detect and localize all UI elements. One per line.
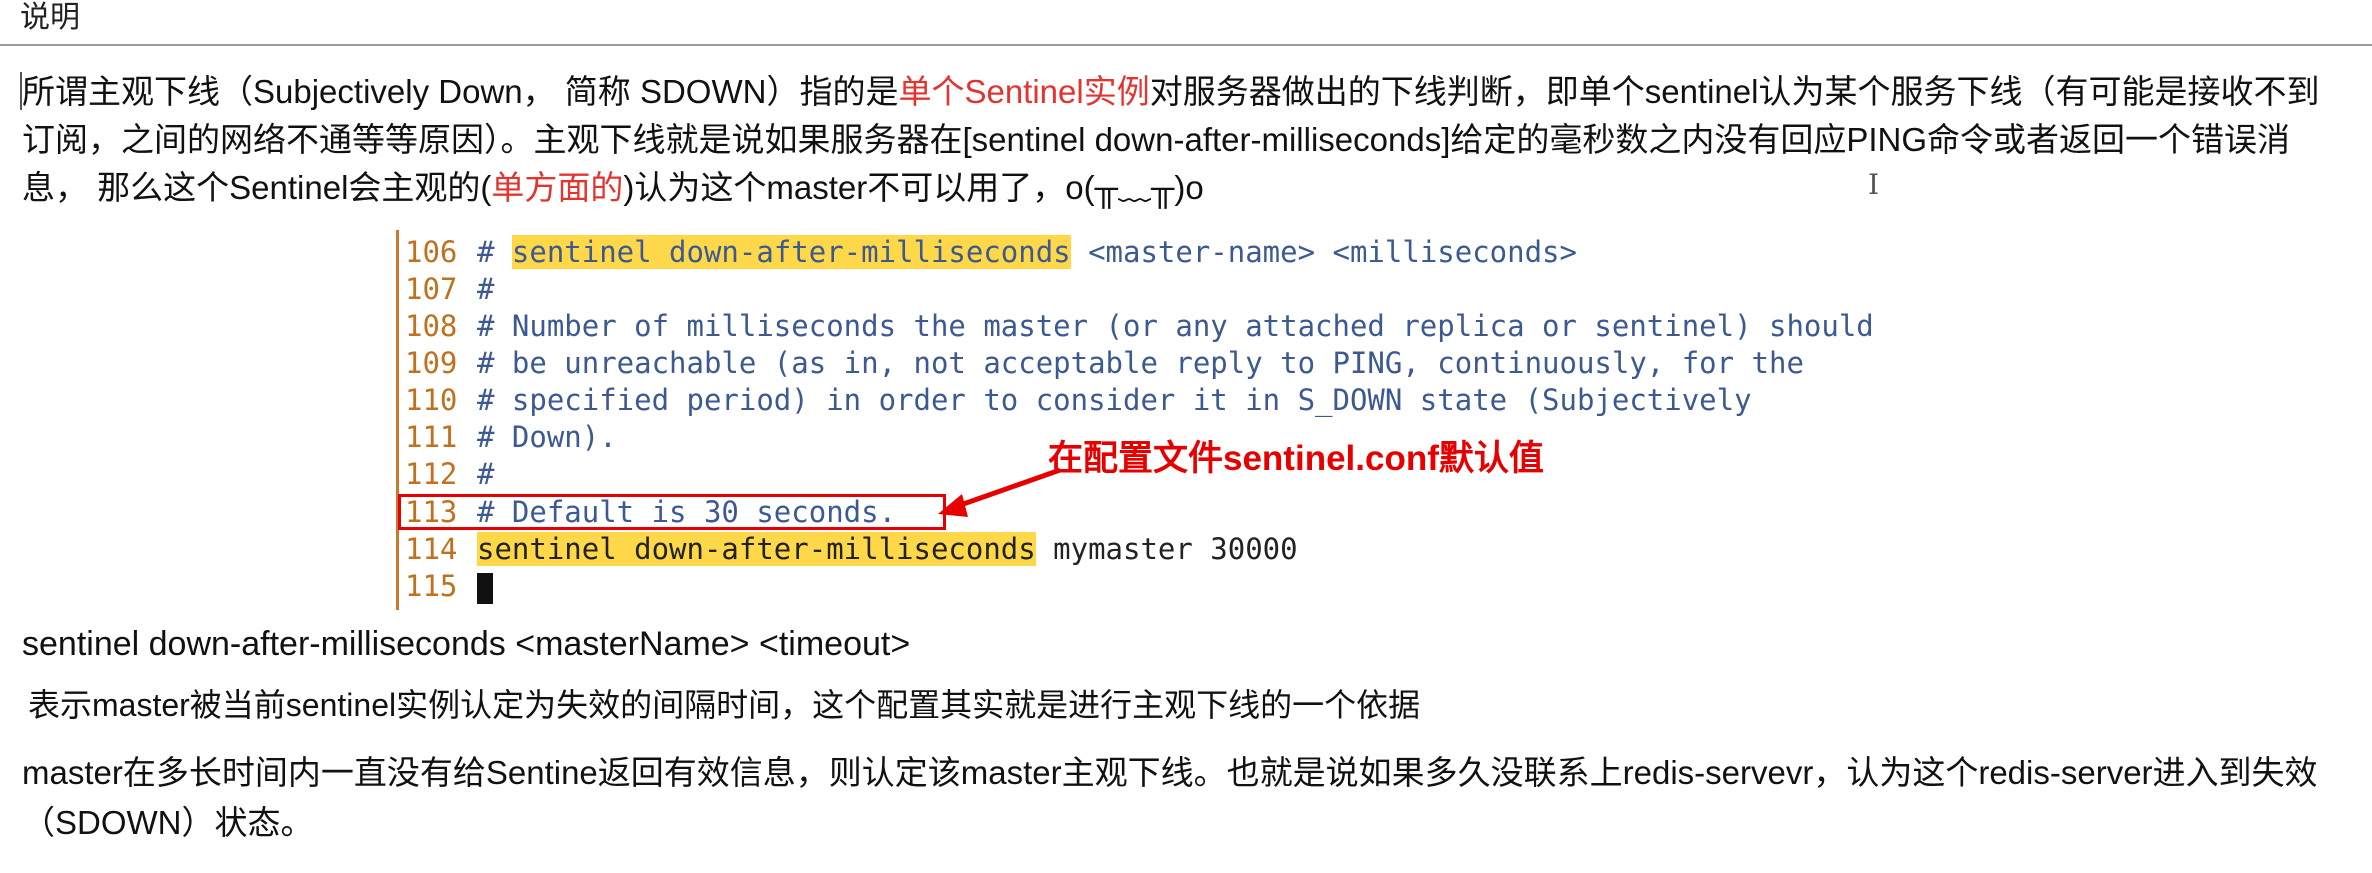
annotation-label: 在配置文件sentinel.conf默认值 bbox=[1048, 439, 1544, 478]
description-line-2: master在多长时间内一直没有给Sentine返回有效信息，则认定该maste… bbox=[22, 754, 2318, 841]
description-line-1: 表示master被当前sentinel实例认定为失效的间隔时间，这个配置其实就是… bbox=[28, 687, 1421, 723]
command-syntax: sentinel down-after-milliseconds <master… bbox=[22, 625, 911, 663]
